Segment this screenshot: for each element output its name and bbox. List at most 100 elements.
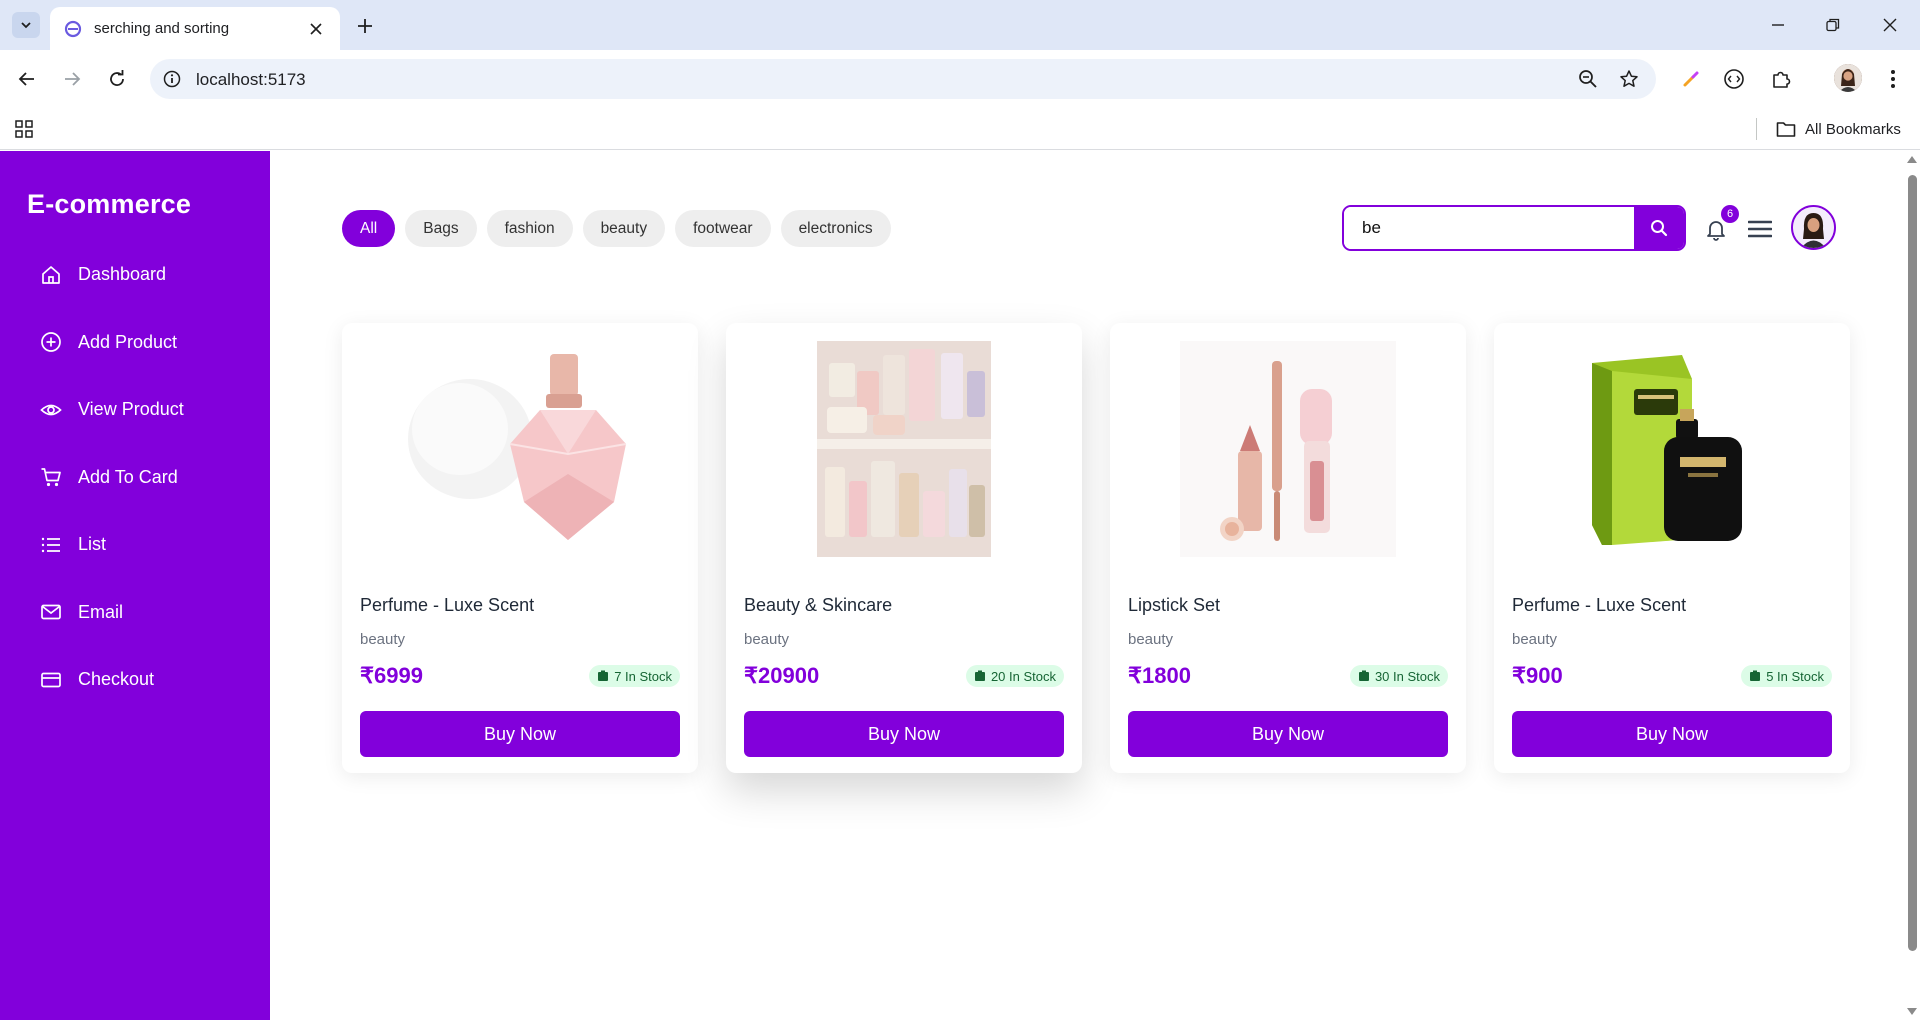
hamburger-menu-icon[interactable] xyxy=(1746,215,1774,243)
sidebar-item-label: Email xyxy=(78,601,124,622)
stock-text: 5 In Stock xyxy=(1766,668,1824,684)
filter-chip-fashion[interactable]: fashion xyxy=(486,210,573,247)
sidebar-item-email[interactable]: Email xyxy=(0,579,270,647)
arrow-left-icon xyxy=(18,72,34,86)
scrollbar-thumb[interactable] xyxy=(1908,175,1917,951)
product-name: Lipstick Set xyxy=(1128,595,1221,615)
scroll-up-arrow-icon[interactable] xyxy=(1907,156,1917,163)
user-avatar[interactable] xyxy=(1791,205,1836,250)
brand-logo-text: E-commerce xyxy=(27,189,192,219)
notification-count-badge: 6 xyxy=(1721,205,1739,223)
box-icon xyxy=(597,670,609,682)
chevron-down-icon xyxy=(21,22,31,29)
box-icon xyxy=(974,670,986,682)
forward-button[interactable] xyxy=(57,64,87,94)
color-picker-extension-icon[interactable] xyxy=(1677,65,1705,93)
buy-now-button[interactable]: Buy Now xyxy=(744,711,1064,757)
close-icon xyxy=(1883,18,1897,32)
sidebar-item-label: List xyxy=(78,534,107,555)
dev-extension-icon[interactable] xyxy=(1720,65,1748,93)
plus-icon xyxy=(358,19,372,33)
buy-now-button[interactable]: Buy Now xyxy=(1512,711,1832,757)
product-image-green-box-perfume[interactable] xyxy=(1512,341,1832,557)
stock-text: 7 In Stock xyxy=(614,668,672,684)
product-image-lipstick-set[interactable] xyxy=(1128,341,1448,557)
product-category: beauty xyxy=(1128,631,1174,648)
product-card: Beauty & Skincare beauty ₹20900 20 In St… xyxy=(726,323,1082,773)
product-image-skincare[interactable] xyxy=(744,341,1064,557)
new-tab-button[interactable] xyxy=(352,13,378,39)
close-window-button[interactable] xyxy=(1873,10,1907,40)
browser-tab-active[interactable]: serching and sorting xyxy=(50,7,340,50)
stock-text: 30 In Stock xyxy=(1374,668,1440,684)
reload-icon xyxy=(110,70,124,86)
search-button[interactable] xyxy=(1634,207,1684,249)
main-content: All Bags fashion beauty footwear electro… xyxy=(270,151,1904,1020)
filter-chip-footwear[interactable]: footwear xyxy=(675,210,771,247)
back-button[interactable] xyxy=(12,64,42,94)
sidebar-item-label: Checkout xyxy=(78,669,155,690)
sidebar-item-add-product[interactable]: Add Product xyxy=(0,309,270,377)
product-image-pink-perfume[interactable] xyxy=(360,341,680,557)
product-category: beauty xyxy=(360,631,406,648)
search-box xyxy=(1342,205,1686,251)
page-scrollbar[interactable] xyxy=(1904,151,1920,1020)
sidebar-item-dashboard[interactable]: Dashboard xyxy=(0,241,270,309)
sidebar-item-label: Dashboard xyxy=(78,264,167,285)
arrow-right-icon xyxy=(65,72,81,86)
bookmarks-bar: All Bookmarks xyxy=(0,108,1920,150)
sidebar: E-commerce Dashboard Add Product View Pr… xyxy=(0,151,270,1020)
product-price: ₹1800 xyxy=(1128,663,1191,688)
search-icon xyxy=(1650,219,1668,237)
mail-icon xyxy=(39,600,63,624)
all-bookmarks-label: All Bookmarks xyxy=(1805,120,1901,138)
product-card: Perfume - Luxe Scent beauty ₹6999 7 In S… xyxy=(342,323,698,773)
site-info-icon[interactable] xyxy=(162,69,182,89)
cart-icon xyxy=(39,465,63,489)
home-icon xyxy=(39,263,63,287)
tab-close-icon[interactable] xyxy=(306,19,326,39)
scroll-down-arrow-icon[interactable] xyxy=(1907,1008,1917,1015)
stock-text: 20 In Stock xyxy=(990,668,1056,684)
sidebar-item-checkout[interactable]: Checkout xyxy=(0,646,270,714)
tab-search-button[interactable] xyxy=(12,12,40,38)
url-text: localhost:5173 xyxy=(196,70,306,89)
filter-chip-all[interactable]: All xyxy=(342,210,396,247)
stock-badge: 30 In Stock xyxy=(1349,665,1448,687)
box-icon xyxy=(1749,670,1761,682)
search-input[interactable] xyxy=(1344,207,1634,249)
reload-button[interactable] xyxy=(102,64,132,94)
stock-badge: 7 In Stock xyxy=(589,665,680,687)
apps-grid-icon[interactable] xyxy=(12,117,36,141)
browser-menu-icon[interactable] xyxy=(1879,65,1907,93)
restore-icon xyxy=(1826,18,1840,32)
all-bookmarks-button[interactable]: All Bookmarks xyxy=(1776,117,1901,141)
category-filters: All Bags fashion beauty footwear electro… xyxy=(342,210,891,247)
restore-button[interactable] xyxy=(1816,10,1850,40)
filter-chip-bags[interactable]: Bags xyxy=(405,210,477,247)
product-name: Perfume - Luxe Scent xyxy=(1512,595,1687,615)
product-grid: Perfume - Luxe Scent beauty ₹6999 7 In S… xyxy=(342,323,1850,773)
filter-chip-beauty[interactable]: beauty xyxy=(582,210,666,247)
buy-now-button[interactable]: Buy Now xyxy=(1128,711,1448,757)
stock-badge: 20 In Stock xyxy=(965,665,1064,687)
sidebar-item-label: View Product xyxy=(78,399,184,420)
buy-now-button[interactable]: Buy Now xyxy=(360,711,680,757)
product-category: beauty xyxy=(744,631,790,648)
browser-profile-avatar[interactable] xyxy=(1834,64,1862,92)
product-card: Lipstick Set beauty ₹1800 30 In Stock Bu… xyxy=(1110,323,1466,773)
zoom-icon[interactable] xyxy=(1577,68,1599,90)
tab-title: serching and sorting xyxy=(94,20,230,37)
extensions-puzzle-icon[interactable] xyxy=(1767,65,1795,93)
sidebar-item-add-to-card[interactable]: Add To Card xyxy=(0,444,270,512)
product-price: ₹900 xyxy=(1512,663,1563,688)
sidebar-item-label: Add Product xyxy=(78,331,178,352)
browser-tabstrip: serching and sorting xyxy=(0,0,1920,50)
product-category: beauty xyxy=(1512,631,1558,648)
bookmark-star-icon[interactable] xyxy=(1618,68,1640,90)
address-bar[interactable]: localhost:5173 xyxy=(150,59,1656,99)
minimize-button[interactable] xyxy=(1761,10,1795,40)
sidebar-item-view-product[interactable]: View Product xyxy=(0,376,270,444)
sidebar-item-list[interactable]: List xyxy=(0,511,270,579)
filter-chip-electronics[interactable]: electronics xyxy=(780,210,891,247)
